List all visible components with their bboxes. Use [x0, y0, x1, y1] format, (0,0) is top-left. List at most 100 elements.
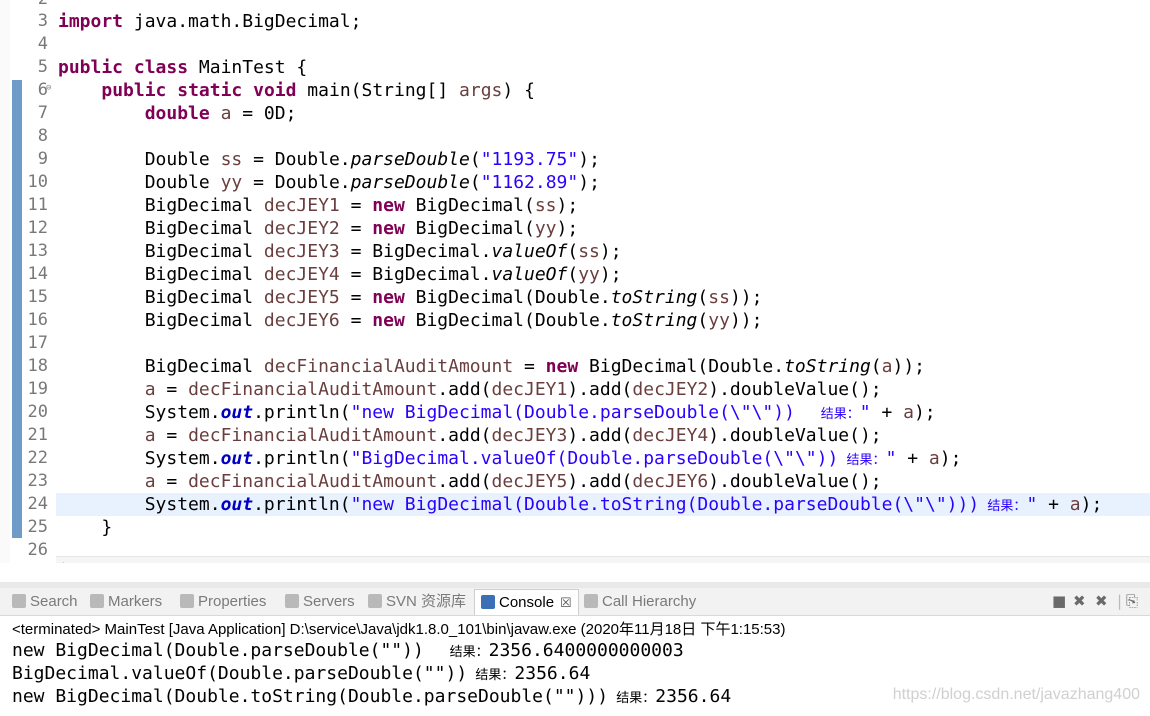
- fold-toggle-icon[interactable]: ⊖: [46, 83, 51, 93]
- code-token: a: [144, 379, 156, 400]
- remove-all-icon[interactable]: ✖: [1095, 592, 1108, 610]
- code-line[interactable]: Double ss = Double.parseDouble("1193.75"…: [58, 148, 600, 171]
- horizontal-scrollbar[interactable]: ‹: [56, 556, 1150, 563]
- line-number: 11: [27, 195, 48, 215]
- code-line[interactable]: public static void main(String[] args) {: [58, 79, 535, 102]
- code-line[interactable]: public class MainTest {: [58, 56, 307, 79]
- code-token: +: [870, 402, 904, 423]
- scroll-left-icon[interactable]: ‹: [60, 558, 65, 563]
- console-value: 2356.64: [514, 663, 591, 684]
- code-line[interactable]: System.out.println("new BigDecimal(Doubl…: [58, 401, 936, 424]
- code-token: decJEY2: [632, 379, 709, 400]
- tab-label: Markers: [108, 593, 163, 610]
- code-token: (: [567, 241, 579, 262]
- code-line[interactable]: BigDecimal decJEY2 = new BigDecimal(yy);: [58, 217, 579, 240]
- code-token: toString: [610, 310, 698, 331]
- code-token: out: [220, 494, 254, 515]
- code-token: BigDecimal: [58, 195, 264, 216]
- code-line[interactable]: BigDecimal decFinancialAuditAmount = new…: [58, 355, 925, 378]
- line-number: 10: [27, 172, 48, 192]
- console-label: 结果：: [445, 645, 489, 660]
- tab-label: Properties: [198, 593, 267, 610]
- code-token: toString: [784, 356, 871, 377]
- tab-call-hierarchy[interactable]: Call Hierarchy: [584, 591, 696, 613]
- code-token: +: [1037, 494, 1070, 515]
- code-token: void: [253, 80, 297, 101]
- code-token: a: [220, 103, 232, 124]
- line-number: 23: [27, 471, 48, 491]
- code-line[interactable]: }: [58, 516, 112, 539]
- console-line: new BigDecimal(Double.parseDouble("")) 结…: [12, 639, 684, 662]
- code-line[interactable]: BigDecimal decJEY4 = BigDecimal.valueOf(…: [58, 263, 622, 286]
- search-icon: [12, 594, 26, 608]
- code-token: import: [58, 11, 124, 32]
- code-token: new: [372, 287, 405, 308]
- code-token: a: [144, 471, 156, 492]
- code-token: decJEY5: [263, 287, 340, 308]
- code-line[interactable]: import java.math.BigDecimal;: [58, 10, 361, 33]
- code-token: (: [870, 356, 882, 377]
- code-token: BigDecimal(: [404, 195, 535, 216]
- code-token: Double: [58, 172, 221, 193]
- code-line[interactable]: a = decFinancialAuditAmount.add(decJEY5)…: [58, 470, 882, 493]
- code-token: Double: [58, 149, 221, 170]
- code-token: "BigDecimal.valueOf(Double.parseDouble(\…: [350, 448, 839, 469]
- tab-markers[interactable]: Markers: [90, 591, 162, 613]
- call-hierarchy-icon: [584, 594, 598, 608]
- code-token: ss: [708, 287, 730, 308]
- line-number: 9: [37, 149, 48, 169]
- console-code: BigDecimal.valueOf(Double.parseDouble(""…: [12, 663, 468, 684]
- code-line[interactable]: a = decFinancialAuditAmount.add(decJEY1)…: [58, 378, 882, 401]
- code-line[interactable]: Double yy = Double.parseDouble("1162.89"…: [58, 171, 600, 194]
- code-line[interactable]: BigDecimal decJEY1 = new BigDecimal(ss);: [58, 194, 579, 217]
- code-line[interactable]: System.out.println("new BigDecimal(Doubl…: [58, 493, 1103, 516]
- code-line[interactable]: a = decFinancialAuditAmount.add(decJEY3)…: [58, 424, 882, 447]
- tab-servers[interactable]: Servers: [285, 591, 355, 613]
- code-token: );: [578, 172, 600, 193]
- code-line[interactable]: System.out.println("BigDecimal.valueOf(D…: [58, 447, 962, 470]
- console-line: BigDecimal.valueOf(Double.parseDouble(""…: [12, 662, 590, 685]
- code-line[interactable]: BigDecimal decJEY5 = new BigDecimal(Doub…: [58, 286, 763, 309]
- code-token: "1162.89": [480, 172, 579, 193]
- code-token: public: [101, 80, 167, 101]
- tab-search[interactable]: Search: [12, 591, 78, 613]
- tab-properties[interactable]: Properties: [180, 591, 266, 613]
- scroll-lock-icon[interactable]: ⎘: [1126, 592, 1138, 610]
- code-token: 结果：: [816, 407, 860, 422]
- console-label: 结果：: [608, 691, 656, 706]
- tab-label: Console: [499, 594, 555, 611]
- remove-launch-icon[interactable]: ✖: [1073, 592, 1086, 610]
- terminate-icon[interactable]: ■: [1052, 592, 1066, 610]
- line-number: 4: [37, 34, 48, 54]
- line-number: 7: [37, 103, 48, 123]
- tab-console[interactable]: Console ☒: [474, 589, 579, 615]
- tab-label: Call Hierarchy: [602, 593, 697, 610]
- code-line[interactable]: double a = 0D;: [58, 102, 297, 125]
- code-line[interactable]: BigDecimal decJEY6 = new BigDecimal(Doub…: [58, 309, 763, 332]
- code-token: =: [155, 379, 189, 400]
- code-editor[interactable]: 2 3import java.math.BigDecimal;45public …: [0, 0, 1150, 563]
- code-token: ).add(: [567, 471, 633, 492]
- code-token: valueOf: [491, 241, 568, 262]
- code-token: static: [177, 80, 243, 101]
- code-token: BigDecimal: [58, 241, 264, 262]
- code-token: ).doubleValue();: [708, 379, 882, 400]
- code-token: System.: [58, 448, 221, 469]
- code-token: args: [459, 80, 503, 101]
- tab-svn[interactable]: SVN 资源库: [368, 591, 466, 613]
- tab-label: Search: [30, 593, 78, 610]
- code-token: public: [58, 57, 124, 78]
- code-token: (: [469, 172, 481, 193]
- code-token: );: [578, 149, 600, 170]
- code-token: ));: [892, 356, 925, 377]
- code-token: ).add(: [567, 425, 633, 446]
- close-tab-icon[interactable]: ☒: [560, 595, 572, 610]
- code-line[interactable]: BigDecimal decJEY3 = BigDecimal.valueOf(…: [58, 240, 622, 263]
- code-token: decJEY1: [263, 195, 340, 216]
- code-token: a: [903, 402, 914, 423]
- code-token: decJEY6: [263, 310, 340, 331]
